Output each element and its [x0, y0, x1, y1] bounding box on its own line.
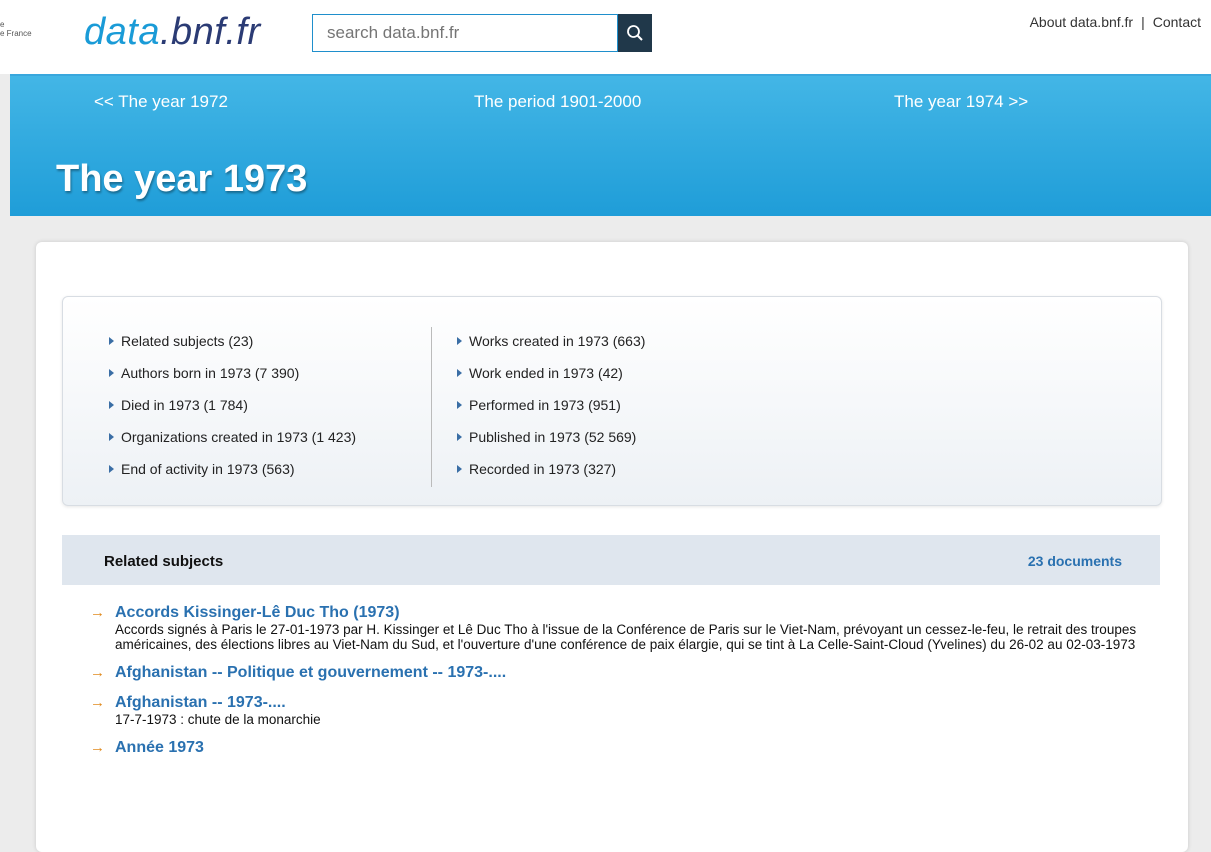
toc-left-column: Related subjects (23) Authors born in 19…: [109, 333, 356, 493]
bullet-triangle-icon: [109, 401, 114, 409]
contact-link[interactable]: Contact: [1153, 14, 1201, 30]
previous-year-link[interactable]: << The year 1972: [94, 92, 228, 112]
logo-data: data: [84, 11, 160, 53]
list-item: → Année 1973: [90, 739, 1160, 757]
table-of-contents: Related subjects (23) Authors born in 19…: [62, 296, 1162, 506]
about-link[interactable]: About data.bnf.fr: [1030, 14, 1134, 30]
toc-item-related-subjects[interactable]: Related subjects (23): [109, 333, 356, 365]
subject-link[interactable]: Afghanistan -- Politique et gouvernement…: [115, 664, 506, 682]
toc-item-label: Died in 1973 (1 784): [121, 397, 248, 413]
toc-item-label: Works created in 1973 (663): [469, 333, 646, 349]
toc-item-published[interactable]: Published in 1973 (52 569): [457, 429, 645, 461]
arrow-right-icon: →: [90, 739, 105, 756]
section-title: Related subjects: [104, 553, 224, 570]
list-item: → Afghanistan -- 1973-.... 17-7-1973 : ch…: [90, 694, 1160, 727]
search-input[interactable]: [312, 14, 618, 52]
subjects-list: → Accords Kissinger-Lê Duc Tho (1973) Acc…: [90, 604, 1160, 769]
period-link[interactable]: The period 1901-2000: [474, 92, 641, 112]
arrow-right-icon: →: [90, 664, 105, 681]
next-year-link[interactable]: The year 1974 >>: [894, 92, 1028, 112]
bullet-triangle-icon: [457, 337, 462, 345]
subject-link[interactable]: Accords Kissinger-Lê Duc Tho (1973): [115, 604, 400, 622]
toc-item-died[interactable]: Died in 1973 (1 784): [109, 397, 356, 429]
bullet-triangle-icon: [109, 369, 114, 377]
bullet-triangle-icon: [109, 337, 114, 345]
bullet-triangle-icon: [109, 465, 114, 473]
bullet-triangle-icon: [109, 433, 114, 441]
toc-right-column: Works created in 1973 (663) Work ended i…: [457, 333, 645, 493]
top-links: About data.bnf.fr | Contact: [1030, 14, 1201, 30]
bnf-logo-mark[interactable]: e e France: [0, 20, 32, 38]
list-item: → Afghanistan -- Politique et gouvernemen…: [90, 664, 1160, 682]
toc-item-end-of-activity[interactable]: End of activity in 1973 (563): [109, 461, 356, 493]
bullet-triangle-icon: [457, 465, 462, 473]
bullet-triangle-icon: [457, 401, 462, 409]
subject-link[interactable]: Année 1973: [115, 739, 204, 757]
arrow-right-icon: →: [90, 694, 105, 711]
toc-item-label: Work ended in 1973 (42): [469, 365, 623, 381]
search-button[interactable]: [618, 14, 652, 52]
search-icon: [627, 25, 643, 41]
toc-item-label: Performed in 1973 (951): [469, 397, 621, 413]
subject-description: 17-7-1973 : chute de la monarchie: [115, 712, 321, 727]
documents-count-link[interactable]: 23 documents: [1028, 553, 1122, 569]
bullet-triangle-icon: [457, 433, 462, 441]
top-header: e e France data.bnf.fr About data.bnf.fr…: [0, 0, 1211, 74]
toc-item-performed[interactable]: Performed in 1973 (951): [457, 397, 645, 429]
toc-item-label: Authors born in 1973 (7 390): [121, 365, 300, 381]
page-title: The year 1973: [56, 158, 308, 200]
site-logo[interactable]: data.bnf.fr: [84, 12, 261, 52]
toc-item-organizations-created[interactable]: Organizations created in 1973 (1 423): [109, 429, 356, 461]
toc-item-label: Related subjects (23): [121, 333, 254, 349]
toc-divider: [431, 327, 432, 487]
toc-item-label: Organizations created in 1973 (1 423): [121, 429, 357, 445]
toc-item-label: End of activity in 1973 (563): [121, 461, 295, 477]
logo-domain: .bnf.fr: [159, 11, 261, 53]
related-subjects-header: Related subjects 23 documents: [62, 535, 1160, 585]
toc-item-work-ended[interactable]: Work ended in 1973 (42): [457, 365, 645, 397]
list-item: → Accords Kissinger-Lê Duc Tho (1973) Acc…: [90, 604, 1160, 652]
toc-item-works-created[interactable]: Works created in 1973 (663): [457, 333, 645, 365]
bnf-mark-line: e: [0, 20, 5, 29]
subject-description: Accords signés à Paris le 27-01-1973 par…: [115, 622, 1137, 652]
year-banner: << The year 1972 The period 1901-2000 Th…: [10, 74, 1211, 216]
bullet-triangle-icon: [457, 369, 462, 377]
toc-item-authors-born[interactable]: Authors born in 1973 (7 390): [109, 365, 356, 397]
toc-item-label: Published in 1973 (52 569): [469, 429, 637, 445]
content-card: Related subjects (23) Authors born in 19…: [36, 242, 1188, 852]
link-separator: |: [1141, 14, 1145, 30]
bnf-mark-line: e France: [0, 29, 32, 38]
toc-item-recorded[interactable]: Recorded in 1973 (327): [457, 461, 645, 493]
toc-item-label: Recorded in 1973 (327): [469, 461, 617, 477]
subject-link[interactable]: Afghanistan -- 1973-....: [115, 694, 286, 712]
arrow-right-icon: →: [90, 604, 105, 621]
